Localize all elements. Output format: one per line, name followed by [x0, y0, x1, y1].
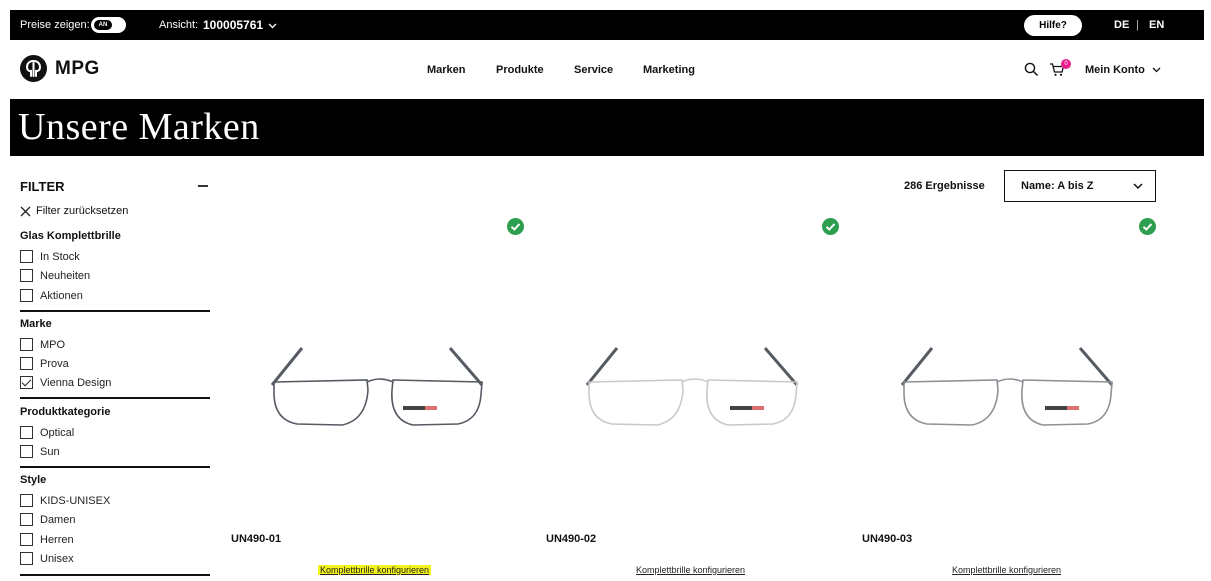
filter-option-aktionen[interactable]: Aktionen	[20, 289, 83, 302]
chevron-down-icon	[1152, 67, 1161, 73]
configure-link[interactable]: Komplettbrille konfigurieren	[636, 565, 745, 575]
checkbox[interactable]	[20, 552, 33, 565]
eyeglasses-image-un490-03[interactable]	[892, 340, 1122, 435]
filter-option-mpo[interactable]: MPO	[20, 338, 65, 351]
availability-check-icon	[507, 218, 524, 235]
checkbox[interactable]	[20, 289, 33, 302]
filter-option-label: Prova	[40, 357, 69, 370]
help-button[interactable]: Hilfe?	[1024, 15, 1082, 36]
search-icon[interactable]	[1024, 62, 1039, 77]
filter-reset-label: Filter zurücksetzen	[36, 205, 129, 217]
filter-option-unisex[interactable]: Unisex	[20, 552, 74, 565]
filter-title: FILTER	[20, 179, 65, 194]
top-bar: Preise zeigen: AN Ansicht: 100005761 Hil…	[10, 10, 1204, 40]
mpg-logo-icon[interactable]	[20, 55, 47, 82]
divider	[20, 466, 210, 468]
filter-option-herren[interactable]: Herren	[20, 533, 74, 546]
divider	[20, 397, 210, 399]
results-count: 286 Ergebnisse	[904, 180, 985, 192]
lang-de-link[interactable]: DE	[1114, 19, 1129, 31]
sort-select[interactable]: Name: A bis Z	[1004, 170, 1156, 202]
checkbox[interactable]	[20, 338, 33, 351]
configure-link[interactable]: Komplettbrille konfigurieren	[952, 565, 1061, 575]
checkbox[interactable]	[20, 533, 33, 546]
close-icon	[20, 206, 31, 216]
checkbox[interactable]	[20, 445, 33, 458]
eyeglasses-image-un490-01[interactable]	[262, 340, 492, 435]
filter-option-label: MPO	[40, 338, 66, 351]
filter-reset-link[interactable]: Filter zurücksetzen	[20, 205, 128, 217]
view-value: 100005761	[203, 18, 264, 32]
filter-option-kids-unisex[interactable]: KIDS-UNISEX	[20, 494, 110, 507]
filter-option-label: Herren	[40, 533, 74, 546]
product-code[interactable]: UN490-03	[862, 533, 912, 545]
filter-option-label: Aktionen	[40, 289, 83, 302]
filter-option-damen[interactable]: Damen	[20, 513, 75, 526]
filter-group-title: Produktkategorie	[20, 406, 111, 418]
sort-value: Name: A bis Z	[1021, 180, 1094, 192]
checkbox[interactable]	[20, 426, 33, 439]
eyeglasses-image-un490-02[interactable]	[577, 340, 807, 435]
view-label: Ansicht:	[159, 19, 199, 31]
nav-service[interactable]: Service	[574, 64, 613, 76]
product-code[interactable]: UN490-02	[546, 533, 596, 545]
filter-option-vienna-design[interactable]: Vienna Design	[20, 376, 111, 389]
filter-group-title: Style	[20, 474, 47, 486]
chevron-down-icon	[1133, 183, 1143, 190]
filter-option-label: Vienna Design	[40, 376, 112, 389]
checkbox[interactable]	[20, 357, 33, 370]
configure-link[interactable]: Komplettbrille konfigurieren	[318, 565, 432, 575]
filter-option-in-stock[interactable]: In Stock	[20, 250, 80, 263]
filter-option-label: KIDS-UNISEX	[40, 494, 111, 507]
filter-option-neuheiten[interactable]: Neuheiten	[20, 269, 90, 282]
prices-toggle[interactable]: AN	[91, 17, 126, 33]
view-selector[interactable]: 100005761	[203, 18, 277, 32]
filter-option-label: Damen	[40, 513, 76, 526]
checkbox-checked[interactable]	[20, 376, 33, 389]
page-title: Unsere Marken	[18, 106, 260, 148]
checkbox[interactable]	[20, 494, 33, 507]
nav-marketing[interactable]: Marketing	[643, 64, 695, 76]
divider	[20, 574, 210, 576]
filter-group-title: Marke	[20, 318, 52, 330]
filter-option-optical[interactable]: Optical	[20, 426, 74, 439]
prices-label: Preise zeigen:	[20, 19, 90, 31]
toggle-state: AN	[94, 20, 112, 30]
availability-check-icon	[1139, 218, 1156, 235]
filter-option-label: Neuheiten	[40, 269, 91, 282]
logo-text[interactable]: MPG	[55, 58, 100, 80]
product-code[interactable]: UN490-01	[231, 533, 281, 545]
lang-en-link[interactable]: EN	[1149, 19, 1164, 31]
checkbox[interactable]	[20, 269, 33, 282]
account-menu[interactable]: Mein Konto	[1085, 64, 1161, 76]
cart-count-badge: 0	[1061, 59, 1071, 69]
filter-group-title: Glas Komplettbrille	[20, 230, 121, 242]
page-banner: Unsere Marken	[10, 99, 1204, 156]
filter-option-label: Optical	[40, 426, 75, 439]
nav-marken[interactable]: Marken	[427, 64, 466, 76]
filter-option-prova[interactable]: Prova	[20, 357, 69, 370]
availability-check-icon	[822, 218, 839, 235]
chevron-down-icon	[268, 23, 277, 29]
filter-option-label: Unisex	[40, 552, 74, 565]
filter-option-label: Sun	[40, 445, 60, 458]
checkbox[interactable]	[20, 250, 33, 263]
lang-separator: |	[1136, 19, 1139, 31]
account-label: Mein Konto	[1085, 64, 1145, 76]
filter-collapse-icon[interactable]	[198, 185, 208, 187]
nav-produkte[interactable]: Produkte	[496, 64, 544, 76]
checkbox[interactable]	[20, 513, 33, 526]
filter-option-label: In Stock	[40, 250, 80, 263]
divider	[20, 310, 210, 312]
filter-option-sun[interactable]: Sun	[20, 445, 60, 458]
